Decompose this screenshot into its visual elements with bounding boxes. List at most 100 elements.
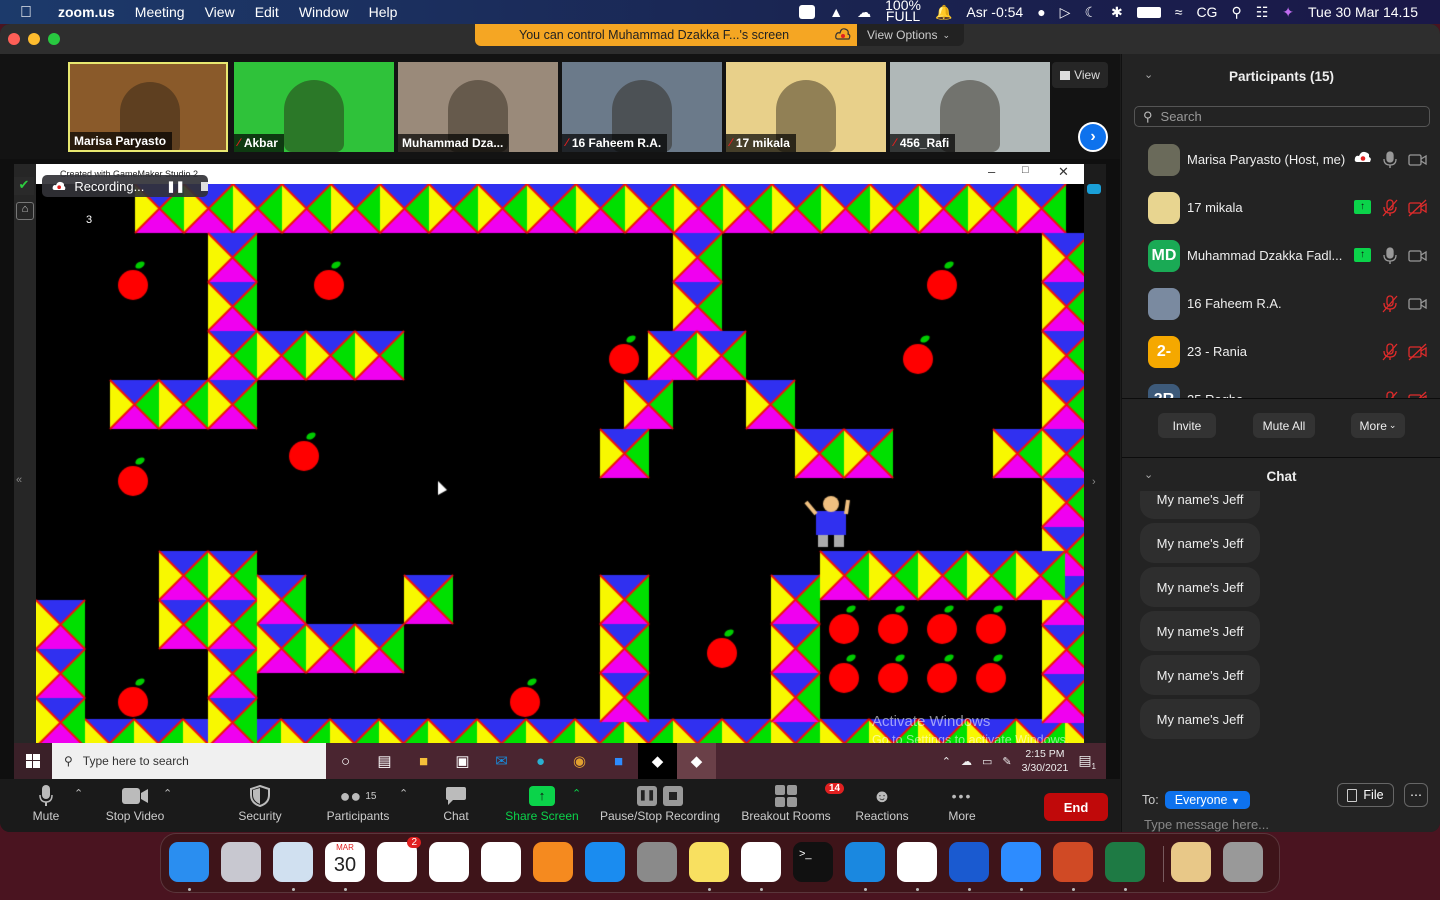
dock-chrome-icon[interactable] bbox=[897, 842, 937, 882]
gamemaker-runner-icon[interactable]: ◆ bbox=[677, 743, 716, 779]
pause-stop-recording-button[interactable]: ❚❚ Pause/Stop Recording bbox=[598, 783, 722, 829]
windows-start-button[interactable] bbox=[14, 743, 52, 779]
dock-keynote-icon[interactable] bbox=[481, 842, 521, 882]
participant-row[interactable]: 16 Faheem R.A. bbox=[1122, 280, 1440, 328]
game-window[interactable]: Created with GameMaker Studio 2 – □ ✕ 3 … bbox=[36, 164, 1106, 752]
dock-reminders-icon[interactable]: 2 bbox=[377, 837, 421, 882]
participants-search-input[interactable]: ⚲ Search bbox=[1134, 106, 1430, 127]
game-close-button[interactable]: ✕ bbox=[1058, 164, 1069, 180]
next-page-button[interactable]: › bbox=[1078, 122, 1108, 152]
participants-button[interactable]: ●● 15 Participants bbox=[322, 783, 394, 829]
dock-powerpoint-icon[interactable] bbox=[1053, 842, 1093, 882]
dock-photos-icon[interactable] bbox=[429, 842, 469, 882]
chat-message-input[interactable]: Type message here... bbox=[1144, 817, 1269, 832]
mic-muted-icon[interactable] bbox=[1380, 390, 1400, 398]
moon-icon[interactable]: ☾ bbox=[1084, 4, 1097, 21]
menu-edit[interactable]: Edit bbox=[255, 4, 279, 20]
close-window-button[interactable] bbox=[8, 33, 20, 45]
mute-all-button[interactable]: Mute All bbox=[1253, 413, 1315, 438]
chat-message[interactable]: My name's Jeff bbox=[1140, 491, 1260, 519]
video-tile[interactable]: Muhammad Dza... bbox=[398, 62, 558, 152]
tray-network-icon[interactable]: ▭ bbox=[982, 755, 992, 768]
windows-search-box[interactable]: ⚲ Type here to search bbox=[52, 743, 326, 779]
participant-row[interactable]: MD Muhammad Dzakka Fadl... ↑ bbox=[1122, 232, 1440, 280]
stop-video-button[interactable]: Stop Video bbox=[100, 783, 170, 829]
chat-more-button[interactable]: ⋯ bbox=[1404, 783, 1428, 807]
video-icon[interactable] bbox=[1408, 246, 1428, 266]
chat-message[interactable]: My name's Jeff bbox=[1140, 699, 1260, 739]
mic-muted-icon[interactable] bbox=[1380, 342, 1400, 362]
gamemaker-icon[interactable]: ◆ bbox=[638, 743, 677, 779]
mic-muted-icon[interactable] bbox=[1380, 198, 1400, 218]
upload-circle-icon[interactable]: ▲ bbox=[829, 4, 843, 20]
notification-bell-icon[interactable]: 🔔 bbox=[935, 4, 952, 21]
dock-finder-icon[interactable] bbox=[169, 842, 209, 882]
menu-help[interactable]: Help bbox=[369, 4, 398, 20]
dock-app-store-icon[interactable] bbox=[585, 842, 625, 882]
minimize-window-button[interactable] bbox=[28, 33, 40, 45]
share-screen-button[interactable]: ↑ Share Screen bbox=[504, 783, 580, 829]
collapse-left-icon[interactable]: « bbox=[16, 474, 22, 486]
home-icon[interactable]: ⌂ bbox=[16, 202, 34, 220]
invite-button[interactable]: Invite bbox=[1158, 413, 1216, 438]
stop-recording-icon[interactable] bbox=[200, 181, 208, 191]
menubar-clock[interactable]: Tue 30 Mar 14.15 bbox=[1308, 4, 1418, 20]
zoom-taskbar-icon[interactable]: ■ bbox=[599, 743, 638, 779]
dock-documents-icon[interactable] bbox=[1171, 842, 1211, 882]
siri-icon[interactable]: ✦ bbox=[1282, 4, 1294, 21]
chat-message[interactable]: My name's Jeff bbox=[1140, 611, 1260, 651]
expand-right-icon[interactable]: › bbox=[1092, 476, 1096, 488]
menu-view[interactable]: View bbox=[205, 4, 235, 20]
participants-options-caret[interactable]: ⌃ bbox=[399, 787, 408, 800]
breakout-rooms-button[interactable]: 14 Breakout Rooms bbox=[740, 783, 845, 829]
chat-bubble-icon[interactable] bbox=[1087, 184, 1101, 194]
dock-launchpad-icon[interactable] bbox=[221, 842, 261, 882]
microsoft-store-icon[interactable]: ▣ bbox=[443, 743, 482, 779]
mic-icon[interactable] bbox=[1380, 246, 1400, 266]
reactions-button[interactable]: ☻ Reactions bbox=[852, 783, 912, 829]
more-options-button[interactable]: More ⌄ bbox=[1351, 413, 1405, 438]
video-options-caret[interactable]: ⌃ bbox=[163, 787, 172, 800]
audio-options-caret[interactable]: ⌃ bbox=[74, 787, 83, 800]
menu-app-name[interactable]: zoom.us bbox=[58, 4, 115, 20]
dock-calendar-icon[interactable]: MAR 30 bbox=[325, 842, 365, 882]
dock-preview-icon[interactable] bbox=[273, 842, 313, 882]
tray-clock[interactable]: 2:15 PM 3/30/2021 bbox=[1022, 747, 1069, 775]
chat-message[interactable]: My name's Jeff bbox=[1140, 655, 1260, 695]
shared-screen-area[interactable]: ⌂ « Created with GameMaker Studio 2 – □ … bbox=[0, 159, 1120, 779]
video-off-icon[interactable] bbox=[1408, 390, 1428, 398]
dark-circle-icon[interactable]: ● bbox=[1037, 4, 1045, 20]
send-file-button[interactable]: File bbox=[1337, 783, 1394, 807]
bluetooth-icon[interactable]: ✱ bbox=[1111, 4, 1123, 21]
dock-system-preferences-icon[interactable] bbox=[637, 842, 677, 882]
view-options-dropdown[interactable]: View Options ⌄ bbox=[857, 24, 964, 46]
participant-row[interactable]: 2- 23 - Rania bbox=[1122, 328, 1440, 376]
control-center-icon[interactable]: ☷ bbox=[1256, 4, 1269, 21]
menu-meeting[interactable]: Meeting bbox=[135, 4, 185, 20]
dock-notes-icon[interactable] bbox=[689, 842, 729, 882]
share-options-caret[interactable]: ⌃ bbox=[572, 787, 581, 800]
cloud-upload-icon[interactable]: ☁ bbox=[857, 4, 871, 21]
video-tile[interactable]: ∕ 456_Rafi bbox=[890, 62, 1050, 152]
tray-pen-icon[interactable]: ✎ bbox=[1002, 755, 1011, 768]
security-button[interactable]: Security bbox=[232, 783, 288, 829]
participant-row[interactable]: Marisa Paryasto (Host, me) bbox=[1122, 136, 1440, 184]
game-canvas[interactable] bbox=[36, 184, 1084, 746]
dock-snap-camera-icon[interactable] bbox=[845, 842, 885, 882]
video-icon[interactable] bbox=[1408, 150, 1428, 170]
mail-icon[interactable]: ✉ bbox=[482, 743, 521, 779]
more-button[interactable]: ••• More bbox=[944, 783, 980, 829]
tray-onedrive-icon[interactable]: ☁ bbox=[961, 755, 972, 768]
apple-icon[interactable]:  bbox=[20, 4, 36, 21]
user-initials[interactable]: CG bbox=[1196, 4, 1217, 20]
tray-chevron-up-icon[interactable]: ⌃ bbox=[942, 755, 951, 768]
dock-books-icon[interactable] bbox=[533, 842, 573, 882]
dock-safari-icon[interactable] bbox=[741, 842, 781, 882]
prayer-time[interactable]: Asr -0:54 bbox=[966, 4, 1023, 20]
video-tile[interactable]: ∕ 17 mikala bbox=[726, 62, 886, 152]
file-explorer-icon[interactable]: ■ bbox=[404, 743, 443, 779]
view-button[interactable]: View bbox=[1052, 62, 1108, 88]
action-center-icon[interactable]: ▤1 bbox=[1078, 752, 1096, 771]
mic-muted-icon[interactable] bbox=[1380, 294, 1400, 314]
zoom-status-icon[interactable] bbox=[799, 5, 816, 19]
